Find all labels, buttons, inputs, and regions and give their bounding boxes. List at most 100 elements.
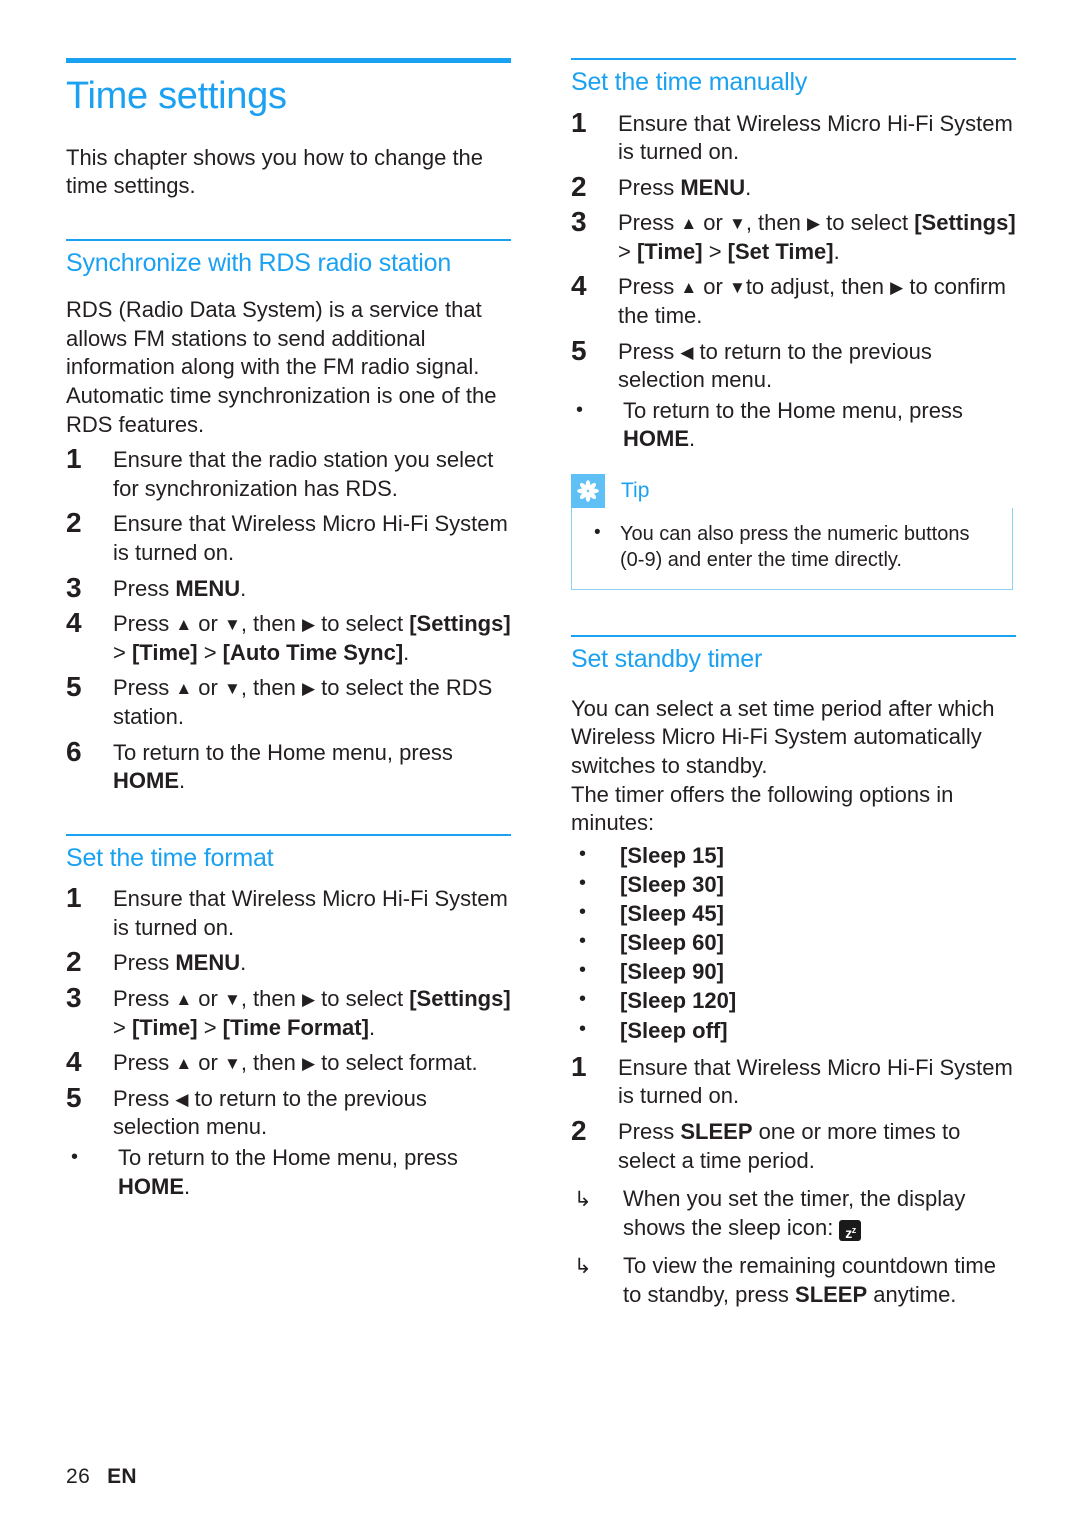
button-name-home: HOME xyxy=(118,1173,184,1199)
tip-bullet-text: You can also press the numeric buttons (… xyxy=(620,523,970,571)
sub-bullet-list: • To return to the Home menu, press HOME… xyxy=(571,397,1016,454)
step-text-after: . xyxy=(240,575,247,601)
standby-intro-text-2: The timer offers the following options i… xyxy=(571,781,954,836)
step-number: 2 xyxy=(66,507,82,539)
sleep-option-list: • [Sleep 15] • [Sleep 30] • [Sleep 45] •… xyxy=(571,842,1016,1045)
step-number: 4 xyxy=(571,270,587,302)
button-name-sleep: SLEEP xyxy=(795,1281,868,1307)
step-item: 1 Ensure that Wireless Micro Hi-Fi Syste… xyxy=(571,107,1016,167)
sub-bullet-text-after: . xyxy=(689,426,696,452)
sleep-option-label: [Sleep 90] xyxy=(620,959,724,985)
tip-header: Tip xyxy=(571,474,1013,509)
bullet-dot-icon: • xyxy=(579,842,587,865)
step-number: 2 xyxy=(571,1114,587,1146)
section-rule xyxy=(66,238,511,241)
standby-intro-text-1: You can select a set time period after w… xyxy=(571,695,995,778)
step-list: 1 Ensure that Wireless Micro Hi-Fi Syste… xyxy=(571,107,1016,455)
step-text: Press ▲ or ▼, then ▶ to select [Settings… xyxy=(113,986,511,1040)
result-list: ↳ When you set the timer, the display sh… xyxy=(571,1185,1016,1309)
step-number: 2 xyxy=(66,946,82,978)
result-text-before: When you set the timer, the display show… xyxy=(623,1186,966,1240)
step-item: 5 Press ▲ or ▼, then ▶ to select the RDS… xyxy=(66,671,511,731)
sleep-option-label: [Sleep 15] xyxy=(620,842,724,868)
step-text: Press ▲ or ▼, then ▶ to select [Settings… xyxy=(618,210,1016,264)
step-text: Ensure that Wireless Micro Hi-Fi System … xyxy=(618,110,1013,165)
sleep-option-item: • [Sleep 30] xyxy=(571,871,1016,899)
step-text-before: Press xyxy=(113,950,176,976)
step-item: 2 Press MENU. xyxy=(571,171,1016,203)
step-number: 4 xyxy=(66,1046,82,1078)
step-item: 2 Ensure that Wireless Micro Hi-Fi Syste… xyxy=(66,507,511,567)
sleep-option-label: [Sleep 30] xyxy=(620,871,724,897)
sleep-option-item: • [Sleep 60] xyxy=(571,929,1016,957)
asterisk-flower-icon xyxy=(571,474,605,509)
step-item: 4 Press ▲ or ▼to adjust, then ▶ to confi… xyxy=(571,270,1016,330)
step-text-before: Press xyxy=(618,174,681,200)
step-item: 5 Press ◀ to return to the previous sele… xyxy=(571,334,1016,454)
section-set-time-manually: Set the time manually 1 Ensure that Wire… xyxy=(571,58,1016,591)
step-text-after: . xyxy=(179,768,186,794)
step-list: 1 Ensure that the radio station you sele… xyxy=(66,443,511,796)
step-number: 3 xyxy=(571,206,587,238)
page-title: Time settings xyxy=(66,75,287,117)
step-number: 5 xyxy=(66,671,82,703)
step-number: 5 xyxy=(571,334,587,366)
step-text: Press ▲ or ▼, then ▶ to select the RDS s… xyxy=(113,675,493,729)
step-item: 4 Press ▲ or ▼, then ▶ to select [Settin… xyxy=(66,607,511,667)
tip-label: Tip xyxy=(621,479,650,503)
result-item: ↳ To view the remaining countdown time t… xyxy=(571,1252,1016,1309)
button-name-menu: MENU xyxy=(175,575,241,601)
step-text-after: . xyxy=(240,950,247,976)
step-text: Ensure that Wireless Micro Hi-Fi System … xyxy=(618,1054,1013,1109)
step-text: Press ◀ to return to the previous select… xyxy=(618,338,932,393)
manual-page: Time settings This chapter shows you how… xyxy=(0,0,1080,1527)
page-number: 26 xyxy=(66,1465,91,1488)
step-item: 1 Ensure that Wireless Micro Hi-Fi Syste… xyxy=(66,882,511,942)
step-text: Press ▲ or ▼, then ▶ to select [Settings… xyxy=(113,611,511,665)
section-set-time-format: Set the time format 1 Ensure that Wirele… xyxy=(66,833,511,1201)
step-number: 3 xyxy=(66,571,82,603)
bullet-dot-icon: • xyxy=(579,871,587,894)
tip-bullet-list: • You can also press the numeric buttons… xyxy=(586,522,996,573)
sub-bullet-text-before: To return to the Home menu, press xyxy=(623,397,963,423)
sleep-option-label: [Sleep off] xyxy=(620,1017,728,1043)
step-item: 6 To return to the Home menu, press HOME… xyxy=(66,735,511,796)
step-number: 5 xyxy=(66,1081,82,1113)
sub-bullet-text-before: To return to the Home menu, press xyxy=(118,1144,458,1170)
step-text: Ensure that Wireless Micro Hi-Fi System … xyxy=(113,511,508,565)
step-list: 1 Ensure that Wireless Micro Hi-Fi Syste… xyxy=(66,882,511,1201)
step-number: 4 xyxy=(66,607,82,639)
sleep-icon: zz xyxy=(839,1219,862,1241)
step-number: 1 xyxy=(66,443,82,475)
sleep-option-label: [Sleep 60] xyxy=(620,930,724,956)
sleep-option-item: • [Sleep 15] xyxy=(571,842,1016,870)
button-name-home: HOME xyxy=(113,768,179,794)
step-text-after: . xyxy=(745,174,752,200)
result-text-after: anytime. xyxy=(867,1281,957,1307)
bullet-dot-icon: • xyxy=(579,959,587,982)
left-column: Time settings This chapter shows you how… xyxy=(66,58,511,1201)
step-text: Press ▲ or ▼to adjust, then ▶ to confirm… xyxy=(618,274,1006,329)
sleep-option-label: [Sleep 120] xyxy=(620,988,737,1014)
page-footer: 26 EN xyxy=(66,1465,137,1489)
sub-bullet-item: • To return to the Home menu, press HOME… xyxy=(571,397,1016,454)
result-item: ↳ When you set the timer, the display sh… xyxy=(571,1185,1016,1242)
chapter-title-rule xyxy=(66,58,511,63)
button-name-home: HOME xyxy=(623,426,689,452)
bullet-dot-icon: • xyxy=(579,930,587,953)
tip-body: • You can also press the numeric buttons… xyxy=(571,508,1013,591)
step-text-before: To return to the Home menu, press xyxy=(113,739,453,765)
step-text: Press ▲ or ▼, then ▶ to select format. xyxy=(113,1050,478,1076)
step-text-before: Press xyxy=(113,575,176,601)
result-arrow-icon: ↳ xyxy=(574,1188,592,1212)
step-item: 1 Ensure that the radio station you sele… xyxy=(66,443,511,503)
step-number: 3 xyxy=(66,982,82,1014)
bullet-dot-icon: • xyxy=(576,398,584,421)
sub-bullet-item: • To return to the Home menu, press HOME… xyxy=(66,1144,511,1201)
sub-bullet-list: • To return to the Home menu, press HOME… xyxy=(66,1144,511,1201)
step-number: 1 xyxy=(66,882,82,914)
step-number: 6 xyxy=(66,735,82,767)
tip-bullet-item: • You can also press the numeric buttons… xyxy=(586,522,996,573)
button-name-menu: MENU xyxy=(680,174,746,200)
section-heading: Set standby timer xyxy=(571,645,763,674)
